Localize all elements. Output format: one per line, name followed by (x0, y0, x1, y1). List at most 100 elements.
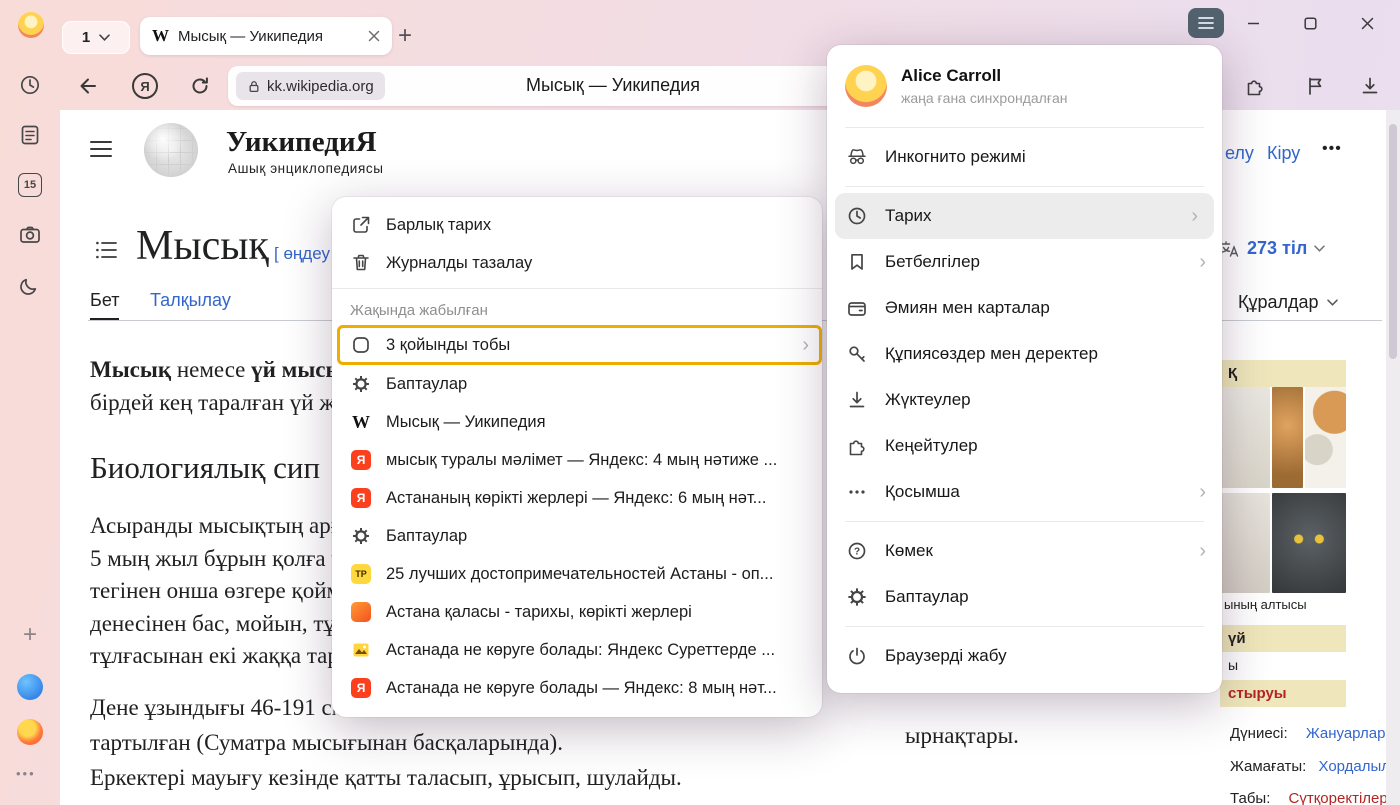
url-chip[interactable]: kk.wikipedia.org (236, 72, 385, 100)
key-icon (845, 343, 869, 365)
paragraph-1: Мысық немесе үй мысы бірдей кең таралған… (90, 354, 345, 419)
menu-item-tab-group-highlighted[interactable]: 3 қойынды тобы › (337, 325, 822, 365)
cat-photo-white[interactable] (1305, 387, 1346, 488)
sidebar-calendar-badge[interactable]: 15 (18, 173, 42, 197)
new-tab-button[interactable]: + (398, 22, 412, 50)
maximize-button[interactable] (1293, 8, 1327, 38)
sidebar-dark-mode-moon-icon[interactable] (18, 275, 42, 299)
browser-tab-active[interactable]: W Мысық — Уикипедия (140, 17, 392, 55)
recent-item-yandex-images[interactable]: Астанада не көруге болады: Яндекс Суретт… (332, 631, 822, 669)
menu-item-more[interactable]: Қосымша › (827, 469, 1222, 515)
menu-item-settings[interactable]: Баптаулар (827, 574, 1222, 620)
help-icon: ? (845, 540, 869, 562)
taxonomy-row: Табы: Сүтқоректілер (1230, 790, 1388, 805)
menu-item-passwords[interactable]: Құпиясөздер мен деректер (827, 331, 1222, 377)
chevron-right-icon: › (802, 335, 809, 355)
language-button[interactable]: 273 тіл (1220, 238, 1325, 259)
menu-item-all-history[interactable]: Барлық тарих (332, 206, 822, 244)
download-icon (845, 389, 869, 411)
recent-item-settings[interactable]: Баптаулар (332, 517, 822, 555)
reload-button[interactable] (188, 74, 212, 98)
section-recently-closed: Жақында жабылған (332, 295, 822, 325)
paragraph-4: Еркектері мауығу кезінде қатты таласып, … (90, 762, 682, 795)
recent-item-yandex-search[interactable]: Я мысық туралы мәлімет — Яндекс: 4 мың н… (332, 441, 822, 479)
sidebar-yandex-start-icon[interactable] (17, 674, 43, 700)
edit-link[interactable]: [ өңдеу (274, 244, 330, 264)
yandex-icon: Я (351, 450, 371, 470)
profile-avatar[interactable] (18, 12, 44, 38)
cat-photo-gray[interactable] (1272, 493, 1346, 593)
menu-item-bookmarks[interactable]: Бетбелгілер › (827, 239, 1222, 285)
svg-text:?: ? (854, 547, 860, 558)
taxonomy-value-link[interactable]: Жануарлар (1306, 725, 1386, 742)
browser-menu-button[interactable] (1188, 8, 1224, 38)
browser-window: 1 W Мысық — Уикипедия + Я kk.wikip (0, 0, 1400, 805)
menu-item-wallet[interactable]: Әмиян мен карталар (827, 285, 1222, 331)
tab-article[interactable]: Бет (90, 290, 119, 321)
profile-header[interactable]: Alice Carroll жаңа ғана синхрондалған (827, 47, 1222, 121)
sidebar-screenshot-icon[interactable] (18, 223, 42, 247)
wiki-more-icon[interactable]: ••• (1322, 140, 1342, 158)
recent-item-yandex-search[interactable]: Я Астананың көрікті жерлері — Яндекс: 6 … (332, 479, 822, 517)
lock-icon (247, 79, 261, 94)
wallet-icon (845, 297, 869, 319)
recent-item-settings[interactable]: Баптаулар (332, 365, 822, 403)
extensions-puzzle-icon[interactable] (1243, 74, 1267, 98)
yandex-icon: Я (351, 678, 371, 698)
minimize-button[interactable] (1236, 8, 1270, 38)
login-link[interactable]: Кіру (1267, 143, 1300, 164)
signup-link-partial[interactable]: елу (1225, 143, 1254, 164)
taxobox-row-partial-2: ы (1228, 657, 1238, 673)
close-button[interactable] (1350, 8, 1384, 38)
scrollbar-thumb[interactable] (1389, 124, 1397, 359)
power-icon (845, 645, 869, 667)
back-button[interactable] (76, 74, 100, 98)
downloads-icon[interactable] (1358, 74, 1382, 98)
collections-flag-icon[interactable] (1303, 74, 1327, 98)
profile-name: Alice Carroll (901, 66, 1067, 86)
wiki-hamburger-icon[interactable] (90, 141, 112, 157)
paragraph-2: Асыранды мысықтың арғы 5 мың жыл бұрын қ… (90, 510, 356, 673)
tab-counter[interactable]: 1 (62, 21, 130, 54)
recent-item-site[interactable]: Астана қаласы - тарихы, көрікті жерлері (332, 593, 822, 631)
taxonomy-value-redlink[interactable]: Сүтқоректілер (1289, 790, 1388, 805)
wikipedia-globe-logo[interactable] (144, 123, 198, 177)
yandex-search-button[interactable]: Я (132, 73, 158, 99)
sidebar-more-icon[interactable]: ••• (16, 766, 36, 781)
bookmark-icon (845, 251, 869, 273)
more-dots-icon (845, 481, 869, 503)
menu-item-extensions[interactable]: Кеңейтулер (827, 423, 1222, 469)
recent-item-wikipedia[interactable]: W Мысық — Уикипедия (332, 403, 822, 441)
sidebar-history-icon[interactable] (18, 73, 42, 97)
sidebar-yandex-app-icon[interactable] (17, 719, 43, 745)
menu-item-history[interactable]: Тарих › (835, 193, 1214, 239)
chevron-down-icon (1314, 245, 1325, 252)
taxonomy-row: Дүниесі: Жануарлар (1230, 725, 1385, 742)
yandex-images-icon (350, 640, 372, 660)
menu-item-downloads[interactable]: Жүктеулер (827, 377, 1222, 423)
open-in-new-icon (350, 214, 372, 236)
tools-dropdown[interactable]: Құралдар (1238, 292, 1338, 313)
wiki-wordmark[interactable]: УикипедиЯ (226, 126, 377, 159)
sidebar-add-panel-button[interactable]: + (18, 623, 42, 647)
menu-item-clear-history[interactable]: Журналды тазалау (332, 244, 822, 282)
clock-icon (845, 205, 869, 227)
sidebar-notes-icon[interactable] (18, 123, 42, 147)
taxobox-row-partial: үй (1220, 625, 1346, 652)
address-page-title: Мысық — Уикипедия (458, 75, 768, 96)
tab-title: Мысық — Уикипедия (178, 28, 359, 45)
menu-item-quit-browser[interactable]: Браузерді жабу (827, 633, 1222, 679)
menu-item-help[interactable]: ? Көмек › (827, 528, 1222, 574)
recent-item-tripadvisor[interactable]: ТР 25 лучших достопримечательностей Аста… (332, 555, 822, 593)
tab-talk[interactable]: Талқылау (150, 290, 231, 318)
url-text: kk.wikipedia.org (267, 78, 374, 95)
cat-photo-orange[interactable] (1272, 387, 1303, 488)
contents-list-icon[interactable] (95, 240, 117, 260)
menu-item-incognito[interactable]: Инкогнито режимі (827, 134, 1222, 180)
divider (845, 127, 1204, 128)
recent-item-yandex-search[interactable]: Я Астанада не көруге болады — Яндекс: 8 … (332, 669, 822, 707)
puzzle-icon (845, 435, 869, 457)
taxonomy-label: Табы: (1230, 790, 1270, 805)
profile-sync-status: жаңа ғана синхрондалған (901, 90, 1067, 106)
tab-close-icon[interactable] (368, 30, 380, 42)
